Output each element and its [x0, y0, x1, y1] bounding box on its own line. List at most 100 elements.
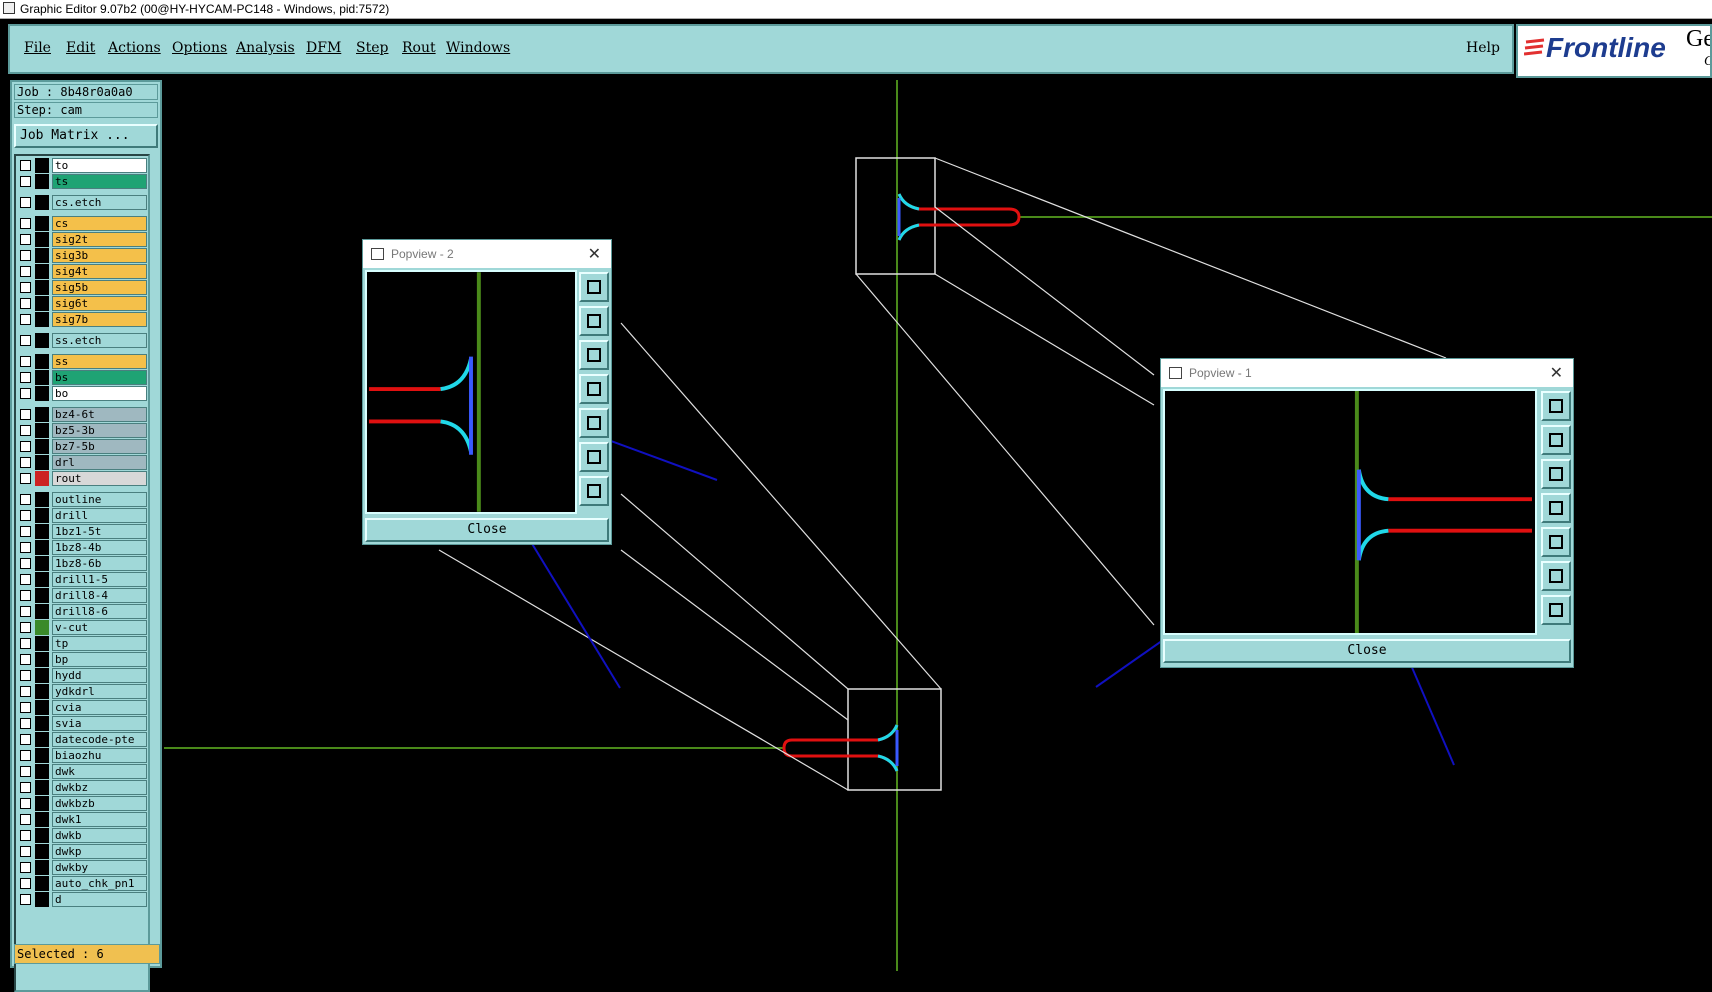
- layer-status-swatch[interactable]: [35, 174, 49, 189]
- layer-status-swatch[interactable]: [35, 280, 49, 295]
- menu-rout[interactable]: Rout: [402, 40, 436, 56]
- layer-row[interactable]: dwkbz: [18, 780, 148, 795]
- layer-name[interactable]: sig2t: [52, 232, 147, 247]
- layer-name[interactable]: svia: [52, 716, 147, 731]
- zoom-home-icon[interactable]: [1541, 391, 1571, 421]
- popview-1-view[interactable]: [1163, 389, 1537, 635]
- layer-row[interactable]: drl: [18, 455, 148, 470]
- layer-checkbox[interactable]: [20, 250, 31, 261]
- popview-2-view[interactable]: [365, 270, 577, 514]
- layer-checkbox[interactable]: [20, 766, 31, 777]
- layer-checkbox[interactable]: [20, 558, 31, 569]
- layer-name[interactable]: bs: [52, 370, 147, 385]
- layer-status-swatch[interactable]: [35, 370, 49, 385]
- layer-row[interactable]: sig5b: [18, 280, 148, 295]
- menu-edit[interactable]: Edit: [66, 40, 95, 56]
- layer-name[interactable]: sig4t: [52, 264, 147, 279]
- layer-name[interactable]: sig3b: [52, 248, 147, 263]
- layer-status-swatch[interactable]: [35, 764, 49, 779]
- layer-name[interactable]: bp: [52, 652, 147, 667]
- layer-name[interactable]: ydkdrl: [52, 684, 147, 699]
- layer-status-swatch[interactable]: [35, 407, 49, 422]
- layer-row[interactable]: dwk1: [18, 812, 148, 827]
- layer-name[interactable]: dwkp: [52, 844, 147, 859]
- layer-name[interactable]: ss: [52, 354, 147, 369]
- close-icon[interactable]: ✕: [1550, 363, 1563, 383]
- pan-right-icon[interactable]: [1541, 527, 1571, 557]
- layer-checkbox[interactable]: [20, 356, 31, 367]
- menu-help[interactable]: Help: [1466, 40, 1500, 56]
- layer-row[interactable]: d: [18, 892, 148, 907]
- layer-checkbox[interactable]: [20, 409, 31, 420]
- layer-status-swatch[interactable]: [35, 668, 49, 683]
- layer-row[interactable]: auto_chk_pn1: [18, 876, 148, 891]
- job-matrix-button[interactable]: Job Matrix ...: [14, 124, 158, 148]
- layer-row[interactable]: drill: [18, 508, 148, 523]
- layer-status-swatch[interactable]: [35, 492, 49, 507]
- layer-status-swatch[interactable]: [35, 748, 49, 763]
- layer-status-swatch[interactable]: [35, 232, 49, 247]
- layer-name[interactable]: ts: [52, 174, 147, 189]
- layer-name[interactable]: auto_chk_pn1: [52, 876, 147, 891]
- layer-status-swatch[interactable]: [35, 158, 49, 173]
- layer-status-swatch[interactable]: [35, 439, 49, 454]
- pan-left-icon[interactable]: [1541, 493, 1571, 523]
- layer-status-swatch[interactable]: [35, 892, 49, 907]
- layer-checkbox[interactable]: [20, 457, 31, 468]
- layer-status-swatch[interactable]: [35, 828, 49, 843]
- layer-status-swatch[interactable]: [35, 354, 49, 369]
- layer-name[interactable]: drl: [52, 455, 147, 470]
- layer-checkbox[interactable]: [20, 542, 31, 553]
- layer-name[interactable]: dwk: [52, 764, 147, 779]
- layer-row[interactable]: bp: [18, 652, 148, 667]
- layer-row[interactable]: dwkbzb: [18, 796, 148, 811]
- layer-row[interactable]: biaozhu: [18, 748, 148, 763]
- layer-name[interactable]: biaozhu: [52, 748, 147, 763]
- layer-status-swatch[interactable]: [35, 264, 49, 279]
- layer-status-swatch[interactable]: [35, 524, 49, 539]
- layer-row[interactable]: hydd: [18, 668, 148, 683]
- layer-row[interactable]: dwkby: [18, 860, 148, 875]
- layer-checkbox[interactable]: [20, 670, 31, 681]
- layer-row[interactable]: cvia: [18, 700, 148, 715]
- layer-row[interactable]: sig7b: [18, 312, 148, 327]
- layer-row[interactable]: to: [18, 158, 148, 173]
- layer-name[interactable]: 1bz8-6b: [52, 556, 147, 571]
- layer-name[interactable]: bz7-5b: [52, 439, 147, 454]
- layer-row[interactable]: bz5-3b: [18, 423, 148, 438]
- layer-row[interactable]: 1bz8-4b: [18, 540, 148, 555]
- layer-row[interactable]: drill8-6: [18, 604, 148, 619]
- layer-checkbox[interactable]: [20, 798, 31, 809]
- layer-row[interactable]: v-cut: [18, 620, 148, 635]
- layer-status-swatch[interactable]: [35, 312, 49, 327]
- layer-status-swatch[interactable]: [35, 455, 49, 470]
- layer-name[interactable]: sig7b: [52, 312, 147, 327]
- layer-status-swatch[interactable]: [35, 471, 49, 486]
- zoom-out-icon[interactable]: [579, 476, 609, 506]
- layer-row[interactable]: drill1-5: [18, 572, 148, 587]
- layer-checkbox[interactable]: [20, 734, 31, 745]
- popview-2-close-button[interactable]: Close: [365, 518, 609, 542]
- layer-row[interactable]: ts: [18, 174, 148, 189]
- layer-checkbox[interactable]: [20, 197, 31, 208]
- layer-row[interactable]: sig3b: [18, 248, 148, 263]
- layer-name[interactable]: datecode-pte: [52, 732, 147, 747]
- popview-2-titlebar[interactable]: Popview - 2 ✕: [363, 240, 611, 268]
- menu-options[interactable]: Options: [172, 40, 227, 56]
- layer-name[interactable]: rout: [52, 471, 147, 486]
- layer-checkbox[interactable]: [20, 234, 31, 245]
- layer-row[interactable]: sig2t: [18, 232, 148, 247]
- layer-checkbox[interactable]: [20, 894, 31, 905]
- layer-name[interactable]: hydd: [52, 668, 147, 683]
- layer-status-swatch[interactable]: [35, 296, 49, 311]
- layer-checkbox[interactable]: [20, 814, 31, 825]
- menu-windows[interactable]: Windows: [446, 40, 510, 56]
- layer-checkbox[interactable]: [20, 266, 31, 277]
- layer-name[interactable]: 1bz1-5t: [52, 524, 147, 539]
- layer-row[interactable]: cs: [18, 216, 148, 231]
- pan-right-icon[interactable]: [579, 408, 609, 438]
- layer-row[interactable]: datecode-pte: [18, 732, 148, 747]
- layer-checkbox[interactable]: [20, 314, 31, 325]
- layer-status-swatch[interactable]: [35, 572, 49, 587]
- layer-checkbox[interactable]: [20, 218, 31, 229]
